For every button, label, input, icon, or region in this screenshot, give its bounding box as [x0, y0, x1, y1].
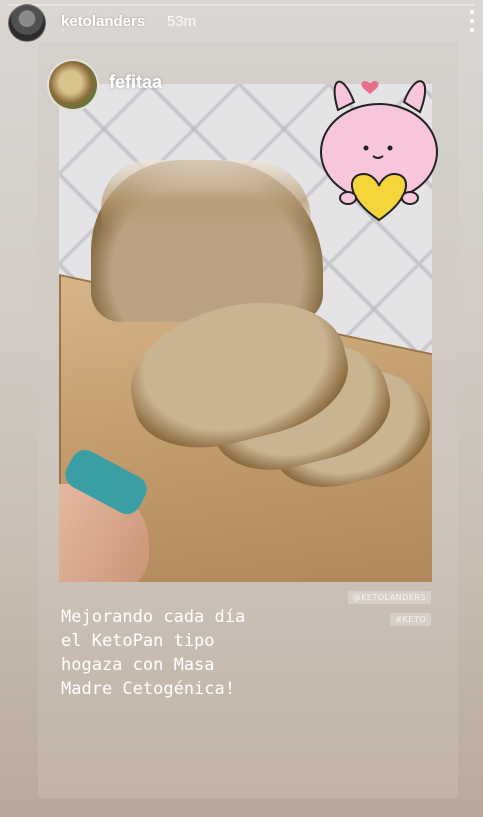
bread-crust — [101, 160, 311, 230]
mention-tag[interactable]: @KETOLANDERS — [347, 591, 431, 604]
user-avatar[interactable] — [8, 4, 46, 42]
original-author-avatar[interactable] — [47, 59, 99, 111]
story-header: ketolanders 53m — [0, 0, 483, 44]
more-vertical-icon[interactable] — [469, 10, 475, 32]
bunny-heart-sticker — [320, 80, 438, 222]
username[interactable]: ketolanders — [61, 13, 145, 30]
timestamp: 53m — [167, 13, 197, 30]
original-author-name[interactable]: fefitaa — [109, 72, 162, 93]
post-caption: Mejorando cada día el KetoPan tipo hogaz… — [61, 607, 246, 699]
hashtag-tag[interactable]: #KETO — [390, 613, 431, 626]
